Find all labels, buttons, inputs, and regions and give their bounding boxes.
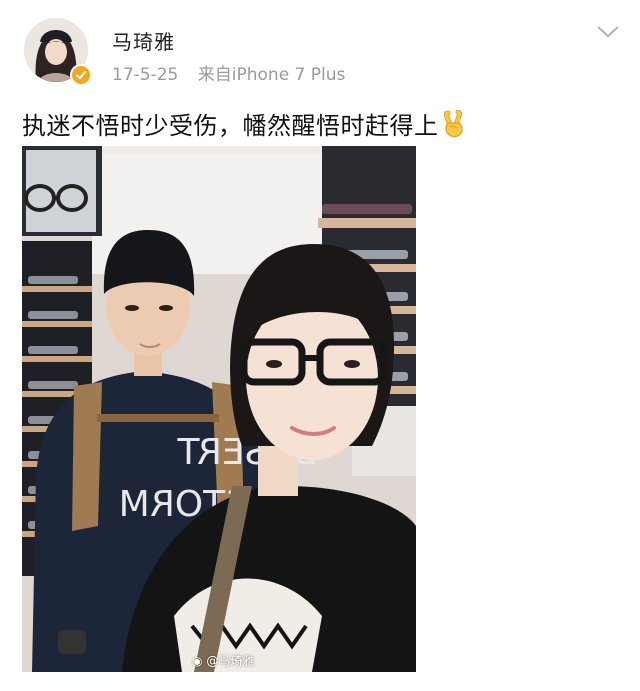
- post-meta: 17-5-25 来自iPhone 7 Plus: [112, 60, 345, 85]
- source-device[interactable]: iPhone 7 Plus: [232, 65, 346, 85]
- watermark-text: @马琦雅: [206, 654, 255, 668]
- post-text: 执迷不悟时少受伤，幡然醒悟时赶得上: [22, 106, 467, 144]
- post-date: 17-5-25: [112, 65, 179, 85]
- photo-watermark: ◉ @马琦雅: [192, 652, 254, 669]
- weibo-logo-icon: ◉: [192, 654, 203, 668]
- verified-badge-icon: [70, 64, 92, 86]
- author-name[interactable]: 马琦雅: [112, 26, 175, 55]
- source-prefix: 来自: [197, 65, 232, 85]
- chevron-down-icon[interactable]: [594, 22, 622, 42]
- post-text-content: 执迷不悟时少受伤，幡然醒悟时赶得上: [22, 112, 439, 140]
- post-photo[interactable]: DESERT STORM: [22, 146, 416, 672]
- victory-hand-emoji: [441, 109, 467, 144]
